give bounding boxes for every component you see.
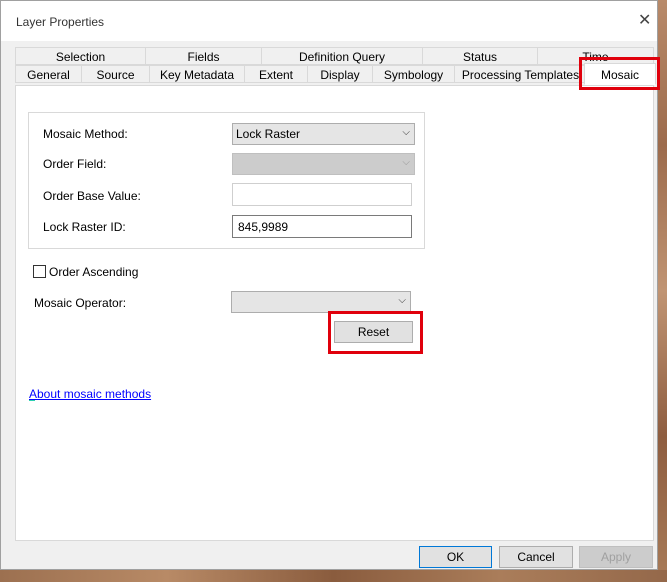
tab-extent[interactable]: Extent — [244, 65, 308, 83]
order-base-value-label: Order Base Value: — [43, 189, 141, 203]
tab-processing-templates[interactable]: Processing Templates — [454, 65, 587, 83]
tab-fields[interactable]: Fields — [145, 47, 262, 65]
reset-button-highlight — [328, 311, 423, 354]
close-icon[interactable]: ✕ — [638, 13, 651, 29]
layer-properties-dialog: Layer Properties ✕ Selection Fields Defi… — [0, 0, 660, 570]
tab-source[interactable]: Source — [81, 65, 150, 83]
chevron-down-icon: ⌵ — [398, 295, 406, 306]
lock-raster-id-label: Lock Raster ID: — [43, 220, 126, 234]
chevron-down-icon: ⌵ — [402, 127, 410, 138]
title-bar: Layer Properties ✕ — [1, 1, 657, 41]
lock-raster-id-value: 845,9989 — [238, 220, 289, 234]
apply-button[interactable]: Apply — [579, 546, 653, 568]
ok-button[interactable]: OK — [419, 546, 492, 568]
order-ascending-checkbox[interactable] — [33, 265, 46, 278]
tab-symbology[interactable]: Symbology — [372, 65, 455, 83]
background-map-bottom — [0, 570, 667, 582]
order-ascending-label: Order Ascending — [49, 265, 139, 279]
mosaic-operator-select[interactable]: ⌵ — [231, 291, 411, 313]
order-field-label: Order Field: — [43, 157, 107, 171]
about-mosaic-methods-link[interactable]: About mosaic methods — [29, 387, 151, 401]
tab-general[interactable]: General — [15, 65, 82, 83]
mosaic-tab-highlight — [579, 57, 660, 90]
mosaic-method-label: Mosaic Method: — [43, 127, 128, 141]
lock-raster-id-field[interactable]: 845,9989 — [232, 215, 412, 238]
tab-key-metadata[interactable]: Key Metadata — [149, 65, 245, 83]
tab-status[interactable]: Status — [422, 47, 538, 65]
window-title: Layer Properties — [16, 15, 105, 29]
mosaic-method-select[interactable]: Lock Raster ⌵ — [232, 123, 415, 145]
order-base-value-field[interactable] — [232, 183, 412, 206]
tab-definition-query[interactable]: Definition Query — [261, 47, 423, 65]
cancel-button[interactable]: Cancel — [499, 546, 573, 568]
mosaic-method-value: Lock Raster — [236, 127, 301, 141]
mosaic-operator-label: Mosaic Operator: — [34, 296, 127, 310]
tab-selection[interactable]: Selection — [15, 47, 146, 65]
chevron-down-icon: ⌵ — [402, 157, 410, 168]
order-field-select[interactable]: ⌵ — [232, 153, 415, 175]
tab-display[interactable]: Display — [307, 65, 373, 83]
